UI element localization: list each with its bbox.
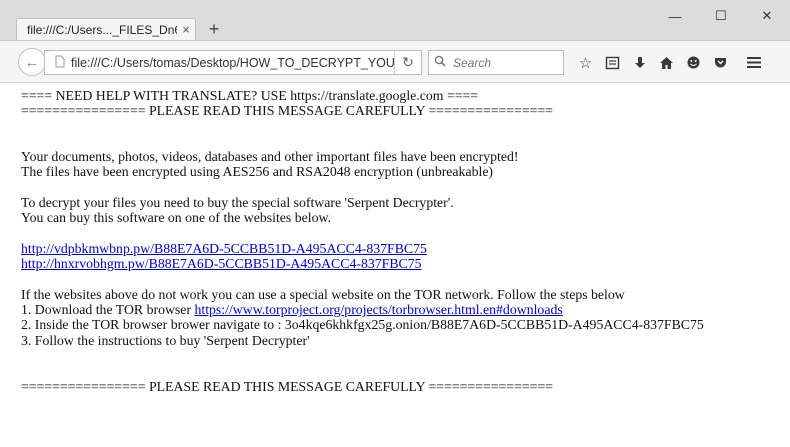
read-carefully-header: ================ PLEASE READ THIS MESSAG…: [21, 103, 554, 119]
title-bar: file:///C:/Users..._FILES_Dn6.html × + —…: [0, 0, 790, 41]
payment-link-2-line: http://hnxrvobhgm.pw/B88E7A6D-5CCBB51D-A…: [21, 256, 781, 271]
translate-help-line: ==== NEED HELP WITH TRANSLATE? USE https…: [21, 88, 479, 103]
read-carefully-footer: ================ PLEASE READ THIS MESSAG…: [21, 378, 554, 394]
tor-step-1: 1. Download the TOR browser https://www.…: [21, 302, 781, 317]
tab-close-icon[interactable]: ×: [177, 22, 195, 37]
home-icon[interactable]: [653, 50, 680, 75]
buy-software-line: You can buy this software on one of the …: [21, 210, 331, 226]
search-icon: [429, 55, 451, 70]
search-input[interactable]: [451, 54, 555, 71]
encrypted-notice: Your documents, photos, videos, database…: [21, 149, 519, 165]
window-controls: — ☐ ✕: [652, 0, 790, 40]
minimize-button[interactable]: —: [652, 0, 698, 32]
url-text[interactable]: file:///C:/Users/tomas/Desktop/HOW_TO_DE…: [71, 56, 394, 70]
hamburger-menu-icon[interactable]: [740, 50, 767, 75]
page-info-icon[interactable]: [49, 55, 71, 71]
browser-tab[interactable]: file:///C:/Users..._FILES_Dn6.html ×: [16, 18, 196, 40]
back-button[interactable]: ←: [18, 48, 46, 76]
url-bar[interactable]: file:///C:/Users/tomas/Desktop/HOW_TO_DE…: [44, 50, 422, 75]
download-icon[interactable]: [626, 50, 653, 75]
pocket-icon[interactable]: [707, 50, 734, 75]
decrypt-instructions: To decrypt your files you need to buy th…: [21, 195, 454, 211]
toolbar-icons: ☆: [572, 50, 767, 75]
tor-step-2: 2. Inside the TOR browser brower navigat…: [21, 317, 704, 333]
new-tab-button[interactable]: +: [204, 19, 224, 39]
tab-title: file:///C:/Users..._FILES_Dn6.html: [27, 22, 177, 37]
navigation-toolbar: ← file:///C:/Users/tomas/Desktop/HOW_TO_…: [0, 41, 790, 83]
tor-download-link[interactable]: https://www.torproject.org/projects/torb…: [194, 302, 562, 317]
close-window-button[interactable]: ✕: [744, 0, 790, 32]
bookmark-star-icon[interactable]: ☆: [572, 50, 599, 75]
encryption-method: The files have been encrypted using AES2…: [21, 164, 494, 180]
page-content: ==== NEED HELP WITH TRANSLATE? USE https…: [21, 88, 781, 394]
tor-step-3: 3. Follow the instructions to buy 'Serpe…: [21, 332, 310, 348]
search-bar[interactable]: [428, 50, 564, 75]
tor-intro-line: If the websites above do not work you ca…: [21, 286, 625, 302]
payment-link-1-line: http://vdpbkmwbnp.pw/B88E7A6D-5CCBB51D-A…: [21, 241, 781, 256]
payment-link-2[interactable]: http://hnxrvobhgm.pw/B88E7A6D-5CCBB51D-A…: [21, 256, 422, 271]
back-arrow-icon: ←: [24, 53, 40, 71]
smiley-icon[interactable]: [680, 50, 707, 75]
reading-list-icon[interactable]: [599, 50, 626, 75]
tor-step-1-text: 1. Download the TOR browser: [21, 302, 195, 318]
maximize-button[interactable]: ☐: [698, 0, 744, 32]
payment-link-1[interactable]: http://vdpbkmwbnp.pw/B88E7A6D-5CCBB51D-A…: [21, 241, 427, 256]
reload-icon[interactable]: ↻: [394, 51, 421, 74]
